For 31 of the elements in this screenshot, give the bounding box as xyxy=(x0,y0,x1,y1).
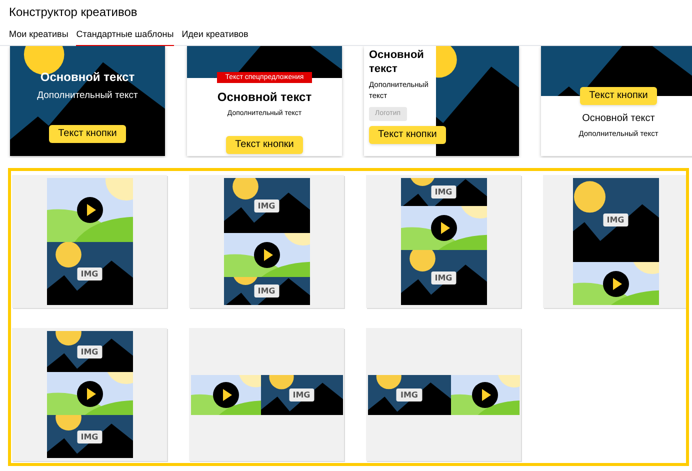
template-card[interactable]: IMG IMG xyxy=(189,175,344,308)
image-label: IMG xyxy=(430,186,456,198)
template-card[interactable]: Основной текст Дополнительный текст Текст кнопки xyxy=(10,46,165,156)
play-icon xyxy=(430,215,456,241)
main-text: Основной текст xyxy=(582,112,655,126)
image-label: IMG xyxy=(254,284,280,298)
template-card[interactable]: IMG xyxy=(543,175,686,308)
template-card[interactable]: IMG IMG xyxy=(12,328,167,461)
play-icon xyxy=(602,270,628,296)
cta-button[interactable]: Текст кнопки xyxy=(369,126,446,144)
tab[interactable]: Мои креативы xyxy=(9,26,68,46)
image-label: IMG xyxy=(396,388,422,401)
page-title: Конструктор креативов xyxy=(9,4,138,20)
template-card[interactable]: IMG xyxy=(12,175,167,308)
template-card[interactable]: IMG IMG xyxy=(366,175,521,308)
cta-button[interactable]: Текст кнопки xyxy=(580,87,657,105)
play-icon xyxy=(472,382,498,408)
main-text: Основной текст xyxy=(369,48,425,76)
cta-button[interactable]: Текст кнопки xyxy=(226,136,303,154)
image-label: IMG xyxy=(602,214,628,226)
play-icon xyxy=(212,382,238,408)
secondary-text: Дополнительный текст xyxy=(37,89,138,103)
main-text: Основной текст xyxy=(40,69,135,86)
tab[interactable]: Идеи креативов xyxy=(182,26,248,46)
main-text: Основной текст xyxy=(217,89,312,106)
play-icon xyxy=(254,242,280,268)
play-icon xyxy=(76,197,102,223)
template-card[interactable]: IMG xyxy=(366,328,521,461)
cta-button[interactable]: Текст кнопки xyxy=(49,125,126,144)
template-card[interactable]: IMG xyxy=(189,328,344,461)
play-icon xyxy=(76,380,102,406)
